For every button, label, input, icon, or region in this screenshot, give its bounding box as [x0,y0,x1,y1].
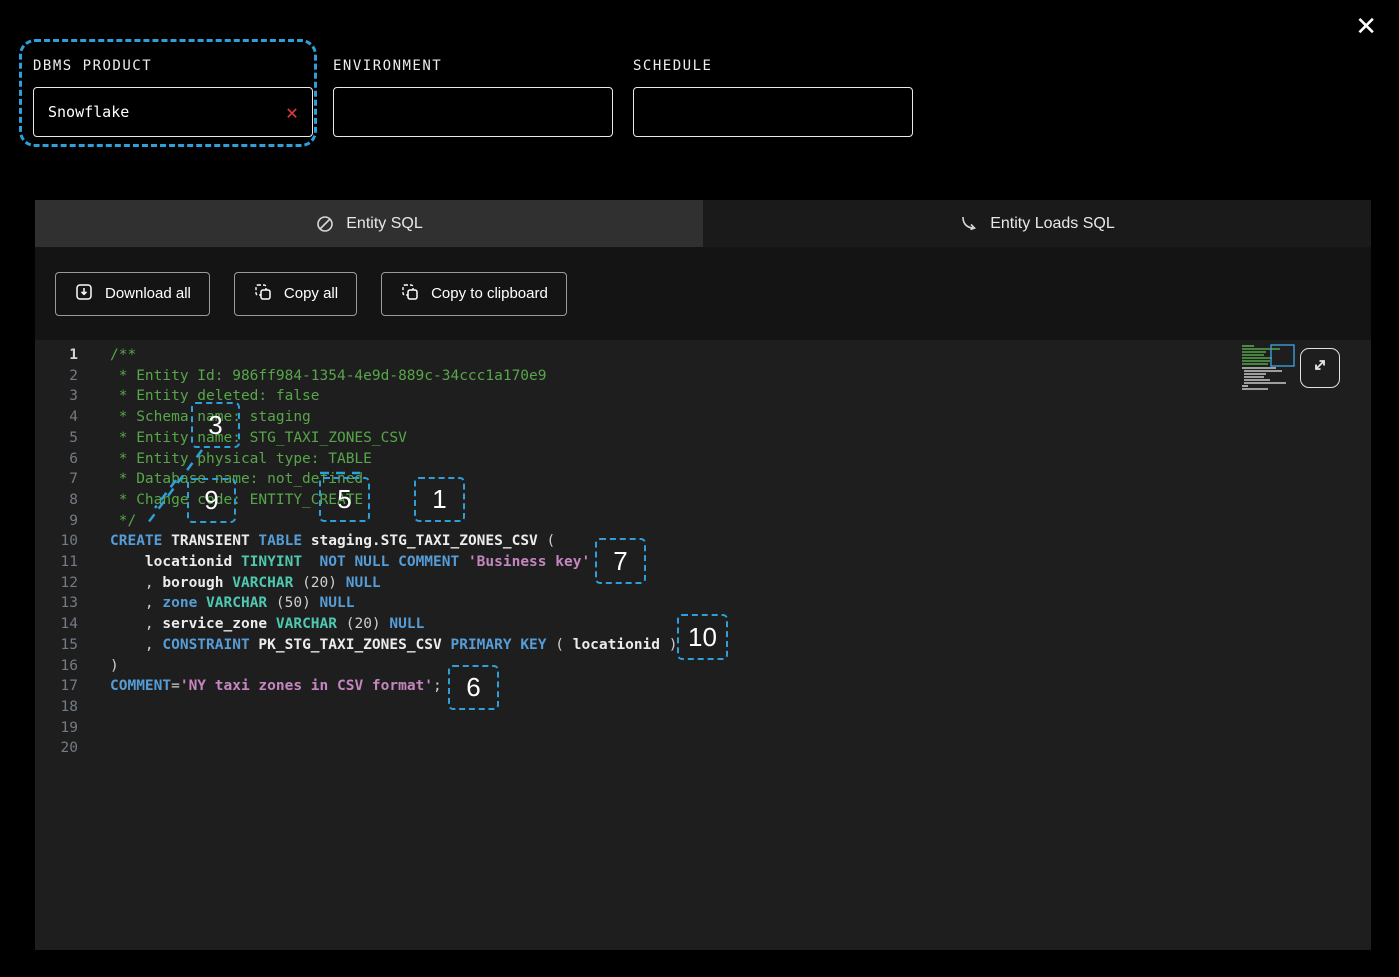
code-line: 7 * Database name: not_defined [35,469,1371,490]
code-line: 12 , borough VARCHAR (20) NULL [35,573,1371,594]
line-number: 4 [35,407,78,428]
clear-icon[interactable]: ✕ [286,102,298,122]
line-number: 7 [35,469,78,490]
copy-to-clipboard-button[interactable]: Copy to clipboard [381,272,567,316]
line-number: 12 [35,573,78,594]
copy-icon [400,282,420,306]
sql-panel: Entity SQL Entity Loads SQL Download all [35,200,1371,950]
code-lines: 1/**2 * Entity Id: 986ff984-1354-4e9d-88… [35,345,1371,759]
code-line: 16) [35,656,1371,677]
line-number: 1 [35,345,78,366]
line-number: 13 [35,593,78,614]
copy-icon [253,282,273,306]
dbms-product-input[interactable]: Snowflake ✕ [33,87,313,137]
sql-code-editor[interactable]: 1/**2 * Entity Id: 986ff984-1354-4e9d-88… [35,340,1371,950]
code-line: 8 * Change code: ENTITY_CREATE [35,490,1371,511]
line-number: 11 [35,552,78,573]
line-number: 2 [35,366,78,387]
ban-circle-icon [315,214,335,234]
toolbar: Download all Copy all Copy to clipboard [35,247,1371,340]
environment-label: ENVIRONMENT [333,58,613,74]
schedule-input[interactable] [633,87,913,137]
line-number: 18 [35,697,78,718]
tab-entity-loads-sql-label: Entity Loads SQL [990,215,1115,233]
line-number: 15 [35,635,78,656]
download-all-label: Download all [105,285,191,302]
tab-entity-sql-label: Entity SQL [346,215,422,233]
copy-all-button[interactable]: Copy all [234,272,357,316]
line-number: 19 [35,718,78,739]
code-line: 17COMMENT='NY taxi zones in CSV format'; [35,676,1371,697]
line-number: 10 [35,531,78,552]
code-line: 2 * Entity Id: 986ff984-1354-4e9d-889c-3… [35,366,1371,387]
load-arrow-icon [959,214,979,234]
line-number: 3 [35,386,78,407]
line-number: 14 [35,614,78,635]
schedule-label: SCHEDULE [633,58,913,74]
line-number: 16 [35,656,78,677]
form-row: DBMS PRODUCT Snowflake ✕ ENVIRONMENT SCH… [33,58,913,137]
environment-input[interactable] [333,87,613,137]
copy-to-clipboard-label: Copy to clipboard [431,285,548,302]
download-icon [74,282,94,306]
line-number: 20 [35,738,78,759]
schedule-field: SCHEDULE [633,58,913,137]
close-icon[interactable]: ✕ [1355,14,1377,40]
code-line: 18 [35,697,1371,718]
code-line: 13 , zone VARCHAR (50) NULL [35,593,1371,614]
code-line: 1/** [35,345,1371,366]
code-line: 5 * Entity name: STG_TAXI_ZONES_CSV [35,428,1371,449]
code-line: 6 * Entity physical type: TABLE [35,449,1371,470]
dbms-product-label: DBMS PRODUCT [33,58,313,74]
dbms-product-field: DBMS PRODUCT Snowflake ✕ [33,58,313,137]
code-line: 20 [35,738,1371,759]
expand-fullscreen-button[interactable] [1300,348,1340,388]
copy-all-label: Copy all [284,285,338,302]
code-line: 4 * Schema name: staging [35,407,1371,428]
line-number: 6 [35,449,78,470]
minimap[interactable] [1240,344,1296,396]
line-number: 8 [35,490,78,511]
expand-icon [1309,354,1331,383]
code-line: 11 locationid TINYINT NOT NULL COMMENT '… [35,552,1371,573]
line-number: 5 [35,428,78,449]
download-all-button[interactable]: Download all [55,272,210,316]
code-line: 15 , CONSTRAINT PK_STG_TAXI_ZONES_CSV PR… [35,635,1371,656]
code-line: 19 [35,718,1371,739]
dbms-product-value: Snowflake [48,103,129,121]
tab-bar: Entity SQL Entity Loads SQL [35,200,1371,247]
code-line: 10CREATE TRANSIENT TABLE staging.STG_TAX… [35,531,1371,552]
code-line: 3 * Entity deleted: false [35,386,1371,407]
code-line: 9 */ [35,511,1371,532]
code-line: 14 , service_zone VARCHAR (20) NULL [35,614,1371,635]
line-number: 9 [35,511,78,532]
tab-entity-loads-sql[interactable]: Entity Loads SQL [703,200,1371,247]
environment-field: ENVIRONMENT [333,58,613,137]
line-number: 17 [35,676,78,697]
tab-entity-sql[interactable]: Entity SQL [35,200,703,247]
